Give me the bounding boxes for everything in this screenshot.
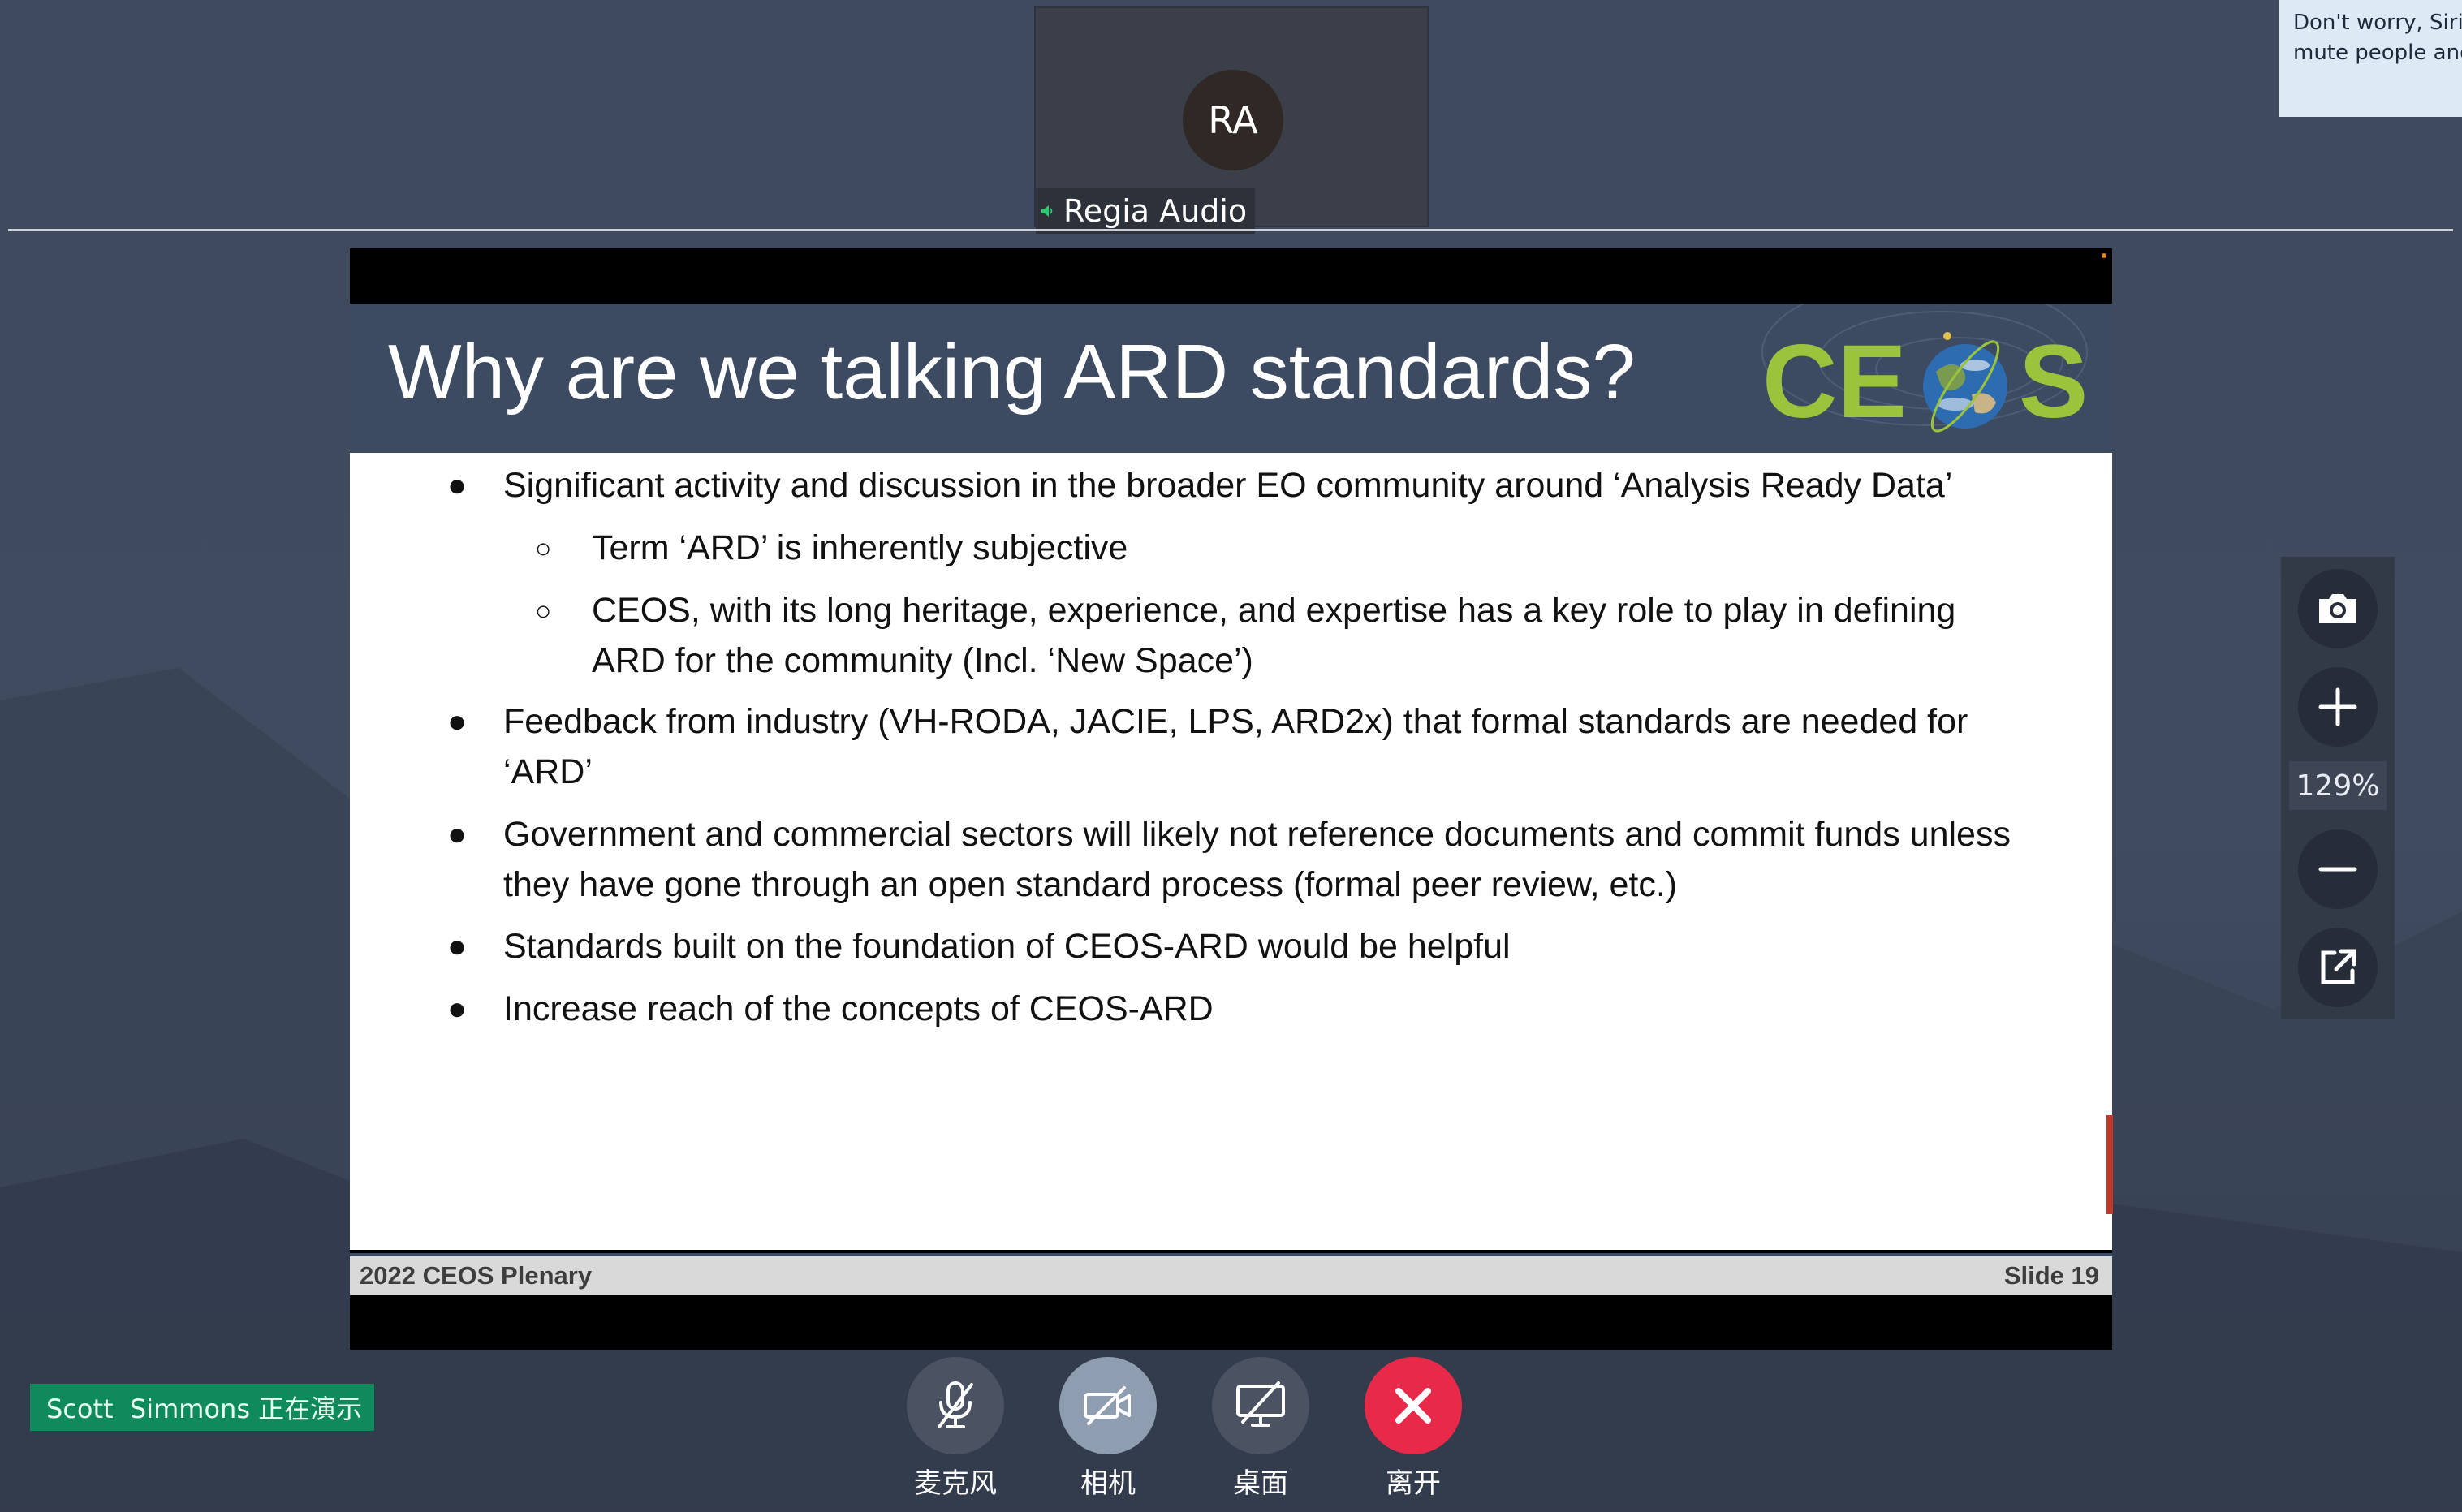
svg-text:CE: CE	[1762, 324, 1907, 440]
zoom-out-button[interactable]	[2298, 829, 2378, 909]
bullet-marker: ●	[447, 467, 468, 503]
sub-bullet-marker: ○	[535, 596, 552, 627]
camera-icon	[2319, 594, 2356, 623]
footer-event: 2022 CEOS Plenary	[360, 1261, 593, 1290]
sub-bullet-text: ARD for the community (Incl. ‘New Space’…	[592, 641, 1253, 680]
bullet-marker: ●	[447, 991, 468, 1027]
pop-out-icon	[2321, 949, 2356, 984]
bullet-marker: ●	[447, 928, 468, 964]
camera-button[interactable]	[1059, 1357, 1157, 1454]
mic-label: 麦克风	[914, 1467, 997, 1500]
slide-title: Why are we talking ARD standards?	[388, 329, 1636, 416]
bullet-text: they have gone through an open standard …	[503, 865, 1678, 904]
bullet-text: Standards built on the foundation of CEO…	[503, 927, 1511, 966]
camera-label: 相机	[1080, 1467, 1136, 1500]
desktop-label: 桌面	[1233, 1467, 1288, 1500]
participant-name-tag: Regia Audio	[1036, 188, 1256, 234]
sub-bullet-text: CEOS, with its long heritage, experience…	[592, 591, 1956, 630]
speaker-icon	[1041, 205, 1053, 217]
stage-divider	[8, 229, 2453, 231]
desktop-share-icon	[1236, 1381, 1285, 1427]
ceos-logo: CE S	[1762, 324, 2088, 440]
sub-bullet-marker: ○	[535, 533, 552, 564]
close-icon	[1395, 1388, 1431, 1424]
bullet-marker: ●	[447, 816, 468, 852]
bullet-text: Government and commercial sectors will l…	[503, 815, 2011, 854]
chat-toast-line: mute people and	[2293, 41, 2462, 65]
zoom-toolbar: 129%	[2281, 557, 2395, 1019]
slide-header: Why are we talking ARD standards? CE S	[350, 304, 2112, 453]
slide-body: ● Significant activity and discussion in…	[350, 453, 2112, 1250]
chat-toast[interactable]: Don't worry, Siri J mute people and	[2279, 0, 2462, 117]
zoom-out-icon	[2318, 867, 2357, 872]
footer-slide-number: Slide 19	[2003, 1261, 2099, 1290]
pop-out-button[interactable]	[2298, 928, 2378, 1007]
chat-toast-line: Don't worry, Siri J	[2293, 11, 2462, 35]
zoom-in-icon	[2318, 687, 2357, 726]
desktop-share-button[interactable]	[1212, 1357, 1309, 1454]
slide-indicator-dot	[2102, 253, 2106, 258]
zoom-in-button[interactable]	[2298, 667, 2378, 747]
participant-name: Regia Audio	[1063, 193, 1248, 229]
screenshot-button[interactable]	[2298, 569, 2378, 648]
presenter-banner: Scott Simmons 正在演示	[30, 1384, 374, 1431]
slide-footer: 2022 CEOS Plenary Slide 19	[350, 1253, 2112, 1295]
bullet-text: Increase reach of the concepts of CEOS-A…	[503, 989, 1214, 1028]
svg-text:S: S	[2019, 324, 2088, 440]
participant-tile[interactable]: RA Regia Audio	[1034, 6, 1429, 234]
bullet-text: Significant activity and discussion in t…	[503, 466, 1953, 505]
shared-slide: Why are we talking ARD standards? CE S ●…	[350, 248, 2112, 1350]
participant-avatar: RA	[1183, 70, 1283, 170]
bullet-marker: ●	[447, 704, 468, 739]
mic-button[interactable]	[907, 1357, 1004, 1454]
leave-button[interactable]	[1365, 1357, 1462, 1454]
camera-off-icon	[1084, 1386, 1131, 1425]
mic-off-icon	[938, 1381, 973, 1428]
zoom-level: 129%	[2289, 761, 2387, 810]
slide-edge-marker	[2106, 1115, 2113, 1214]
bullet-text: ‘ARD’	[503, 752, 593, 791]
bullet-text: Feedback from industry (VH-RODA, JACIE, …	[503, 702, 1968, 741]
leave-label: 离开	[1386, 1467, 1441, 1500]
sub-bullet-text: Term ‘ARD’ is inherently subjective	[592, 528, 1128, 567]
